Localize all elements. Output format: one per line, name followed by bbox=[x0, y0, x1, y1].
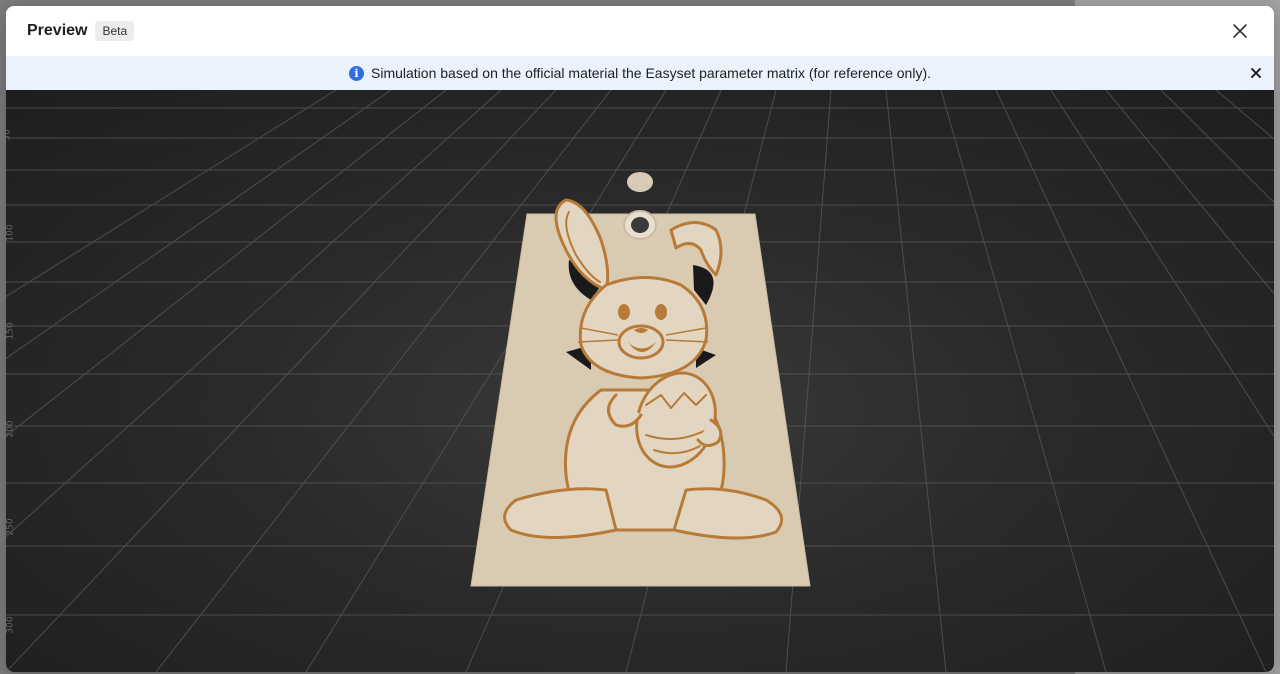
3d-viewport[interactable]: 50 100 150 200 250 300 bbox=[6, 90, 1274, 672]
modal-title: Preview bbox=[27, 22, 88, 39]
dismiss-banner-button[interactable] bbox=[1248, 65, 1264, 81]
close-button[interactable] bbox=[1228, 19, 1252, 43]
info-banner: i Simulation based on the official mater… bbox=[6, 56, 1274, 90]
preview-modal: Preview Beta i Simulation based on the o… bbox=[6, 6, 1274, 672]
info-icon: i bbox=[349, 65, 364, 81]
ruler-label: 100 bbox=[6, 224, 16, 242]
ruler-label: 300 bbox=[6, 616, 16, 634]
ruler-label: 50 bbox=[6, 129, 13, 141]
modal-header: Preview Beta bbox=[6, 6, 1274, 56]
keychain-3d-model bbox=[470, 172, 811, 587]
close-icon bbox=[1251, 68, 1261, 78]
ruler-label: 150 bbox=[6, 322, 16, 340]
info-banner-text: Simulation based on the official materia… bbox=[371, 65, 931, 81]
close-icon bbox=[1233, 24, 1247, 38]
ruler-label: 200 bbox=[6, 420, 16, 438]
ruler-label: 250 bbox=[6, 518, 16, 536]
viewport-canvas bbox=[6, 90, 1274, 672]
beta-badge: Beta bbox=[95, 21, 135, 41]
